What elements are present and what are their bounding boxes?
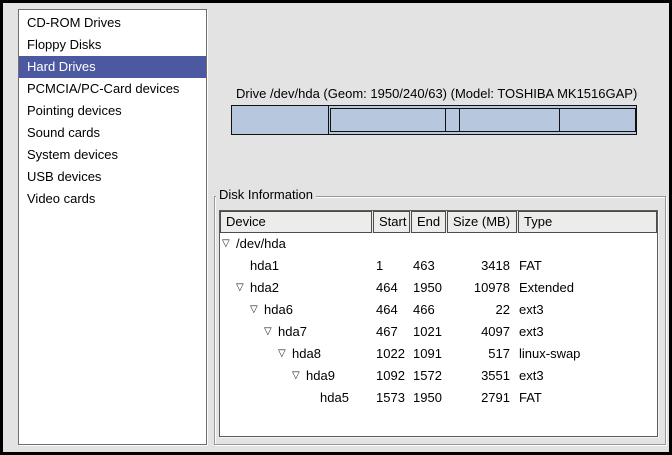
sidebar-item-floppy-disks[interactable]: Floppy Disks <box>19 34 206 56</box>
table-row-hda5[interactable]: hda5 1573 1950 2791 FAT <box>220 387 657 409</box>
cell-type <box>514 233 657 255</box>
cell-device: ▽ hda2 <box>220 277 372 299</box>
cell-device: ▽ /dev/hda <box>220 233 372 255</box>
cell-type: FAT <box>514 387 657 409</box>
device-name: hda5 <box>320 387 349 409</box>
drive-description-label: Drive /dev/hda (Geom: 1950/240/63) (Mode… <box>236 86 666 102</box>
expander-triangle-icon[interactable]: ▽ <box>278 343 292 365</box>
device-name: hda2 <box>250 277 279 299</box>
cell-device: ▽ hda9 <box>220 365 372 387</box>
partition-table-body: ▽ /dev/hda hda1 1 463 3418 FAT ▽ hda2 46… <box>220 233 657 409</box>
table-row-hda8[interactable]: ▽ hda8 1022 1091 517 linux-swap <box>220 343 657 365</box>
cell-start: 464 <box>372 277 409 299</box>
sidebar-item-pointing-devices[interactable]: Pointing devices <box>19 100 206 122</box>
sidebar-item-sound-cards[interactable]: Sound cards <box>19 122 206 144</box>
expander-triangle-icon[interactable]: ▽ <box>264 321 278 343</box>
device-name: hda1 <box>250 255 279 277</box>
expander-triangle-icon[interactable]: ▽ <box>222 233 236 255</box>
cell-size: 2791 <box>444 387 514 409</box>
cell-start: 467 <box>372 321 409 343</box>
cell-start: 1092 <box>372 365 409 387</box>
cell-start: 464 <box>372 299 409 321</box>
sidebar-item-hard-drives[interactable]: Hard Drives <box>19 56 206 78</box>
device-category-list: CD-ROM DrivesFloppy DisksHard DrivesPCMC… <box>18 9 207 445</box>
column-header-end[interactable]: End <box>411 211 446 233</box>
expander-triangle-icon[interactable]: ▽ <box>236 277 250 299</box>
cell-device: hda1 <box>220 255 372 277</box>
cell-size: 22 <box>444 299 514 321</box>
cell-type: ext3 <box>514 365 657 387</box>
sidebar-item-system-devices[interactable]: System devices <box>19 144 206 166</box>
cell-type: linux-swap <box>514 343 657 365</box>
sidebar-item-cd-rom-drives[interactable]: CD-ROM Drives <box>19 12 206 34</box>
cell-end <box>409 233 444 255</box>
primary-partition-divider <box>328 106 329 134</box>
cell-start: 1022 <box>372 343 409 365</box>
cell-end: 466 <box>409 299 444 321</box>
cell-end: 1572 <box>409 365 444 387</box>
cell-end: 1950 <box>409 277 444 299</box>
table-row-hda6[interactable]: ▽ hda6 464 466 22 ext3 <box>220 299 657 321</box>
table-row--dev-hda[interactable]: ▽ /dev/hda <box>220 233 657 255</box>
cell-size: 3418 <box>444 255 514 277</box>
disk-information-groupbox: Disk Information DeviceStartEndSize (MB)… <box>214 187 666 445</box>
cell-size <box>444 233 514 255</box>
device-name: hda9 <box>306 365 335 387</box>
column-header-start[interactable]: Start <box>373 211 410 233</box>
table-row-hda1[interactable]: hda1 1 463 3418 FAT <box>220 255 657 277</box>
logical-partition-divider <box>559 109 560 131</box>
cell-size: 3551 <box>444 365 514 387</box>
device-name: /dev/hda <box>236 233 286 255</box>
cell-end: 1091 <box>409 343 444 365</box>
partition-bar <box>231 105 637 135</box>
cell-device: ▽ hda6 <box>220 299 372 321</box>
cell-type: FAT <box>514 255 657 277</box>
cell-type: Extended <box>514 277 657 299</box>
partition-table-header: DeviceStartEndSize (MB)Type <box>220 211 657 233</box>
expander-triangle-icon[interactable]: ▽ <box>250 299 264 321</box>
table-row-hda7[interactable]: ▽ hda7 467 1021 4097 ext3 <box>220 321 657 343</box>
cell-end: 1021 <box>409 321 444 343</box>
cell-device: ▽ hda7 <box>220 321 372 343</box>
cell-size: 4097 <box>444 321 514 343</box>
sidebar-item-video-cards[interactable]: Video cards <box>19 188 206 210</box>
partition-table: DeviceStartEndSize (MB)Type ▽ /dev/hda h… <box>219 210 658 437</box>
device-name: hda7 <box>278 321 307 343</box>
table-row-hda9[interactable]: ▽ hda9 1092 1572 3551 ext3 <box>220 365 657 387</box>
logical-partition-divider <box>459 109 460 131</box>
sidebar-item-pcmcia-pc-card-devices[interactable]: PCMCIA/PC-Card devices <box>19 78 206 100</box>
cell-end: 463 <box>409 255 444 277</box>
column-header-size-mb-[interactable]: Size (MB) <box>447 211 517 233</box>
extended-partition-box <box>330 108 636 132</box>
cell-end: 1950 <box>409 387 444 409</box>
cell-start: 1573 <box>372 387 409 409</box>
device-name: hda6 <box>264 299 293 321</box>
disk-information-title: Disk Information <box>216 187 316 203</box>
cell-type: ext3 <box>514 321 657 343</box>
sidebar-item-usb-devices[interactable]: USB devices <box>19 166 206 188</box>
cell-type: ext3 <box>514 299 657 321</box>
cell-device: hda5 <box>220 387 372 409</box>
hardware-browser-window: CD-ROM DrivesFloppy DisksHard DrivesPCMC… <box>0 0 672 455</box>
expander-triangle-icon[interactable]: ▽ <box>292 365 306 387</box>
cell-start <box>372 233 409 255</box>
cell-size: 10978 <box>444 277 514 299</box>
cell-size: 517 <box>444 343 514 365</box>
column-header-device[interactable]: Device <box>220 211 372 233</box>
cell-start: 1 <box>372 255 409 277</box>
column-header-type[interactable]: Type <box>518 211 657 233</box>
cell-device: ▽ hda8 <box>220 343 372 365</box>
table-row-hda2[interactable]: ▽ hda2 464 1950 10978 Extended <box>220 277 657 299</box>
device-name: hda8 <box>292 343 321 365</box>
logical-partition-divider <box>445 109 446 131</box>
